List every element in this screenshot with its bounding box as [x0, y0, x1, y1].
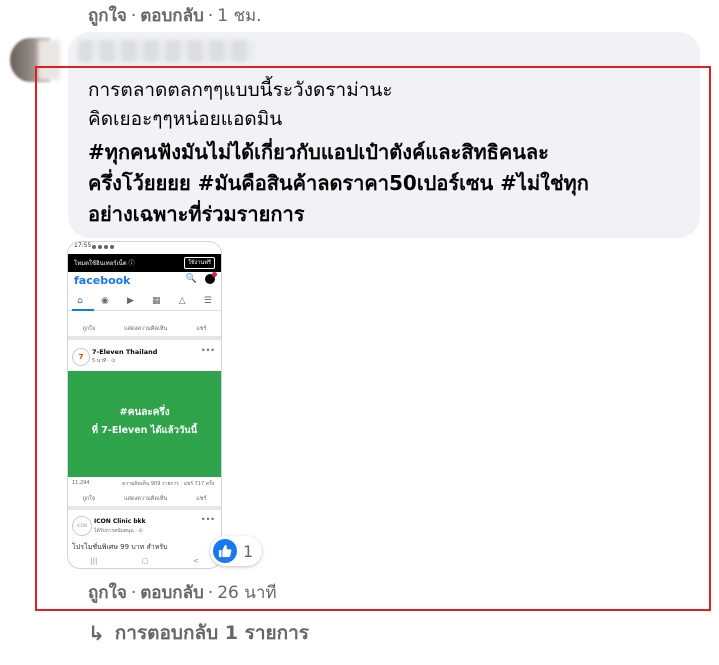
- top-comment-actions: ถูกใจ · ตอบกลับ · 1 ชม.: [88, 6, 262, 26]
- timestamp[interactable]: 1 ชม.: [217, 6, 261, 26]
- replies-label: การตอบกลับ 1 รายการ: [114, 622, 309, 644]
- view-replies-link[interactable]: ↳ การตอบกลับ 1 รายการ: [88, 618, 309, 648]
- highlight-box: [35, 66, 711, 611]
- reply-link[interactable]: ตอบกลับ: [140, 6, 204, 26]
- like-link[interactable]: ถูกใจ: [88, 6, 127, 26]
- commenter-name-redacted[interactable]: [78, 40, 254, 62]
- reply-arrow-icon: ↳: [88, 621, 105, 645]
